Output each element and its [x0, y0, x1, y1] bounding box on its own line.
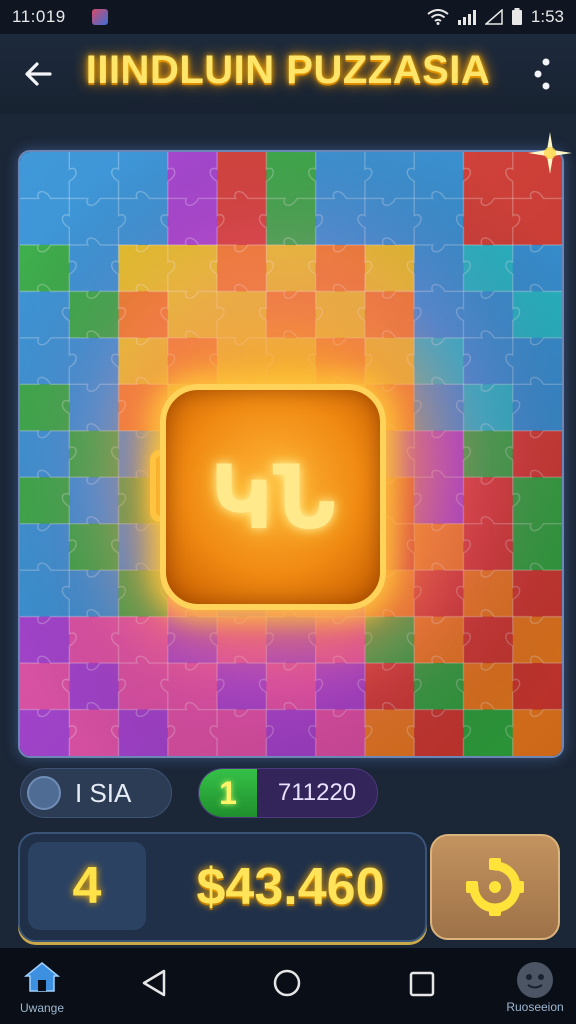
nav-recents-button[interactable] [408, 970, 436, 1003]
status-clock: 1:53 [530, 7, 564, 26]
more-dots-icon [534, 58, 550, 90]
arrow-left-icon [25, 62, 52, 86]
circle-home-icon [273, 969, 301, 997]
nav-home-circle-button[interactable] [272, 968, 302, 1003]
app-bar: IIINDLUIN PUZZASIA [0, 34, 576, 114]
player-avatar-dot [27, 776, 61, 810]
square-recents-icon [409, 971, 435, 997]
nav-profile-button[interactable]: Ruoseeion [500, 962, 570, 1014]
player-chip[interactable]: I SIA [20, 768, 172, 818]
level-score-chip: 1 711220 [198, 768, 378, 818]
status-icons: 1:53 [427, 7, 564, 27]
badge-glyph: ԿՆ [210, 447, 336, 547]
more-options-button[interactable] [522, 54, 558, 94]
battery-icon [511, 8, 522, 25]
score-value: 711220 [277, 779, 357, 806]
money-value: $43.460 [196, 858, 385, 916]
status-bar: 11:019 1:53 [0, 0, 576, 34]
nav-home-button[interactable]: Uwange [16, 960, 68, 1015]
currency-panel: 4 $43.460 [18, 832, 427, 942]
level-badge: 1 [199, 769, 257, 817]
nav-home-label: Uwange [19, 1001, 65, 1015]
player-label: I SIA [75, 777, 132, 808]
center-play-badge[interactable]: ԿՆ [160, 384, 386, 610]
signal-outline-icon [484, 9, 503, 25]
home-icon [23, 962, 61, 992]
nav-profile-label: Ruoseeion [506, 1000, 564, 1014]
system-nav-bar: Uwange Ruoseeion [0, 948, 576, 1024]
puzzle-action-button[interactable] [430, 834, 560, 940]
nav-back-button[interactable] [140, 968, 168, 1003]
notification-icon [91, 9, 108, 25]
wifi-icon [427, 9, 449, 25]
triangle-back-icon [142, 969, 166, 997]
back-button[interactable] [20, 56, 60, 92]
status-time: 11:019 [12, 7, 66, 26]
signal-icon [457, 10, 476, 25]
puzzle-gear-icon [466, 858, 524, 916]
profile-face-icon [517, 962, 553, 998]
piece-count-tile: 4 [28, 842, 146, 930]
page-title: IIINDLUIN PUZZASIA [85, 48, 491, 92]
